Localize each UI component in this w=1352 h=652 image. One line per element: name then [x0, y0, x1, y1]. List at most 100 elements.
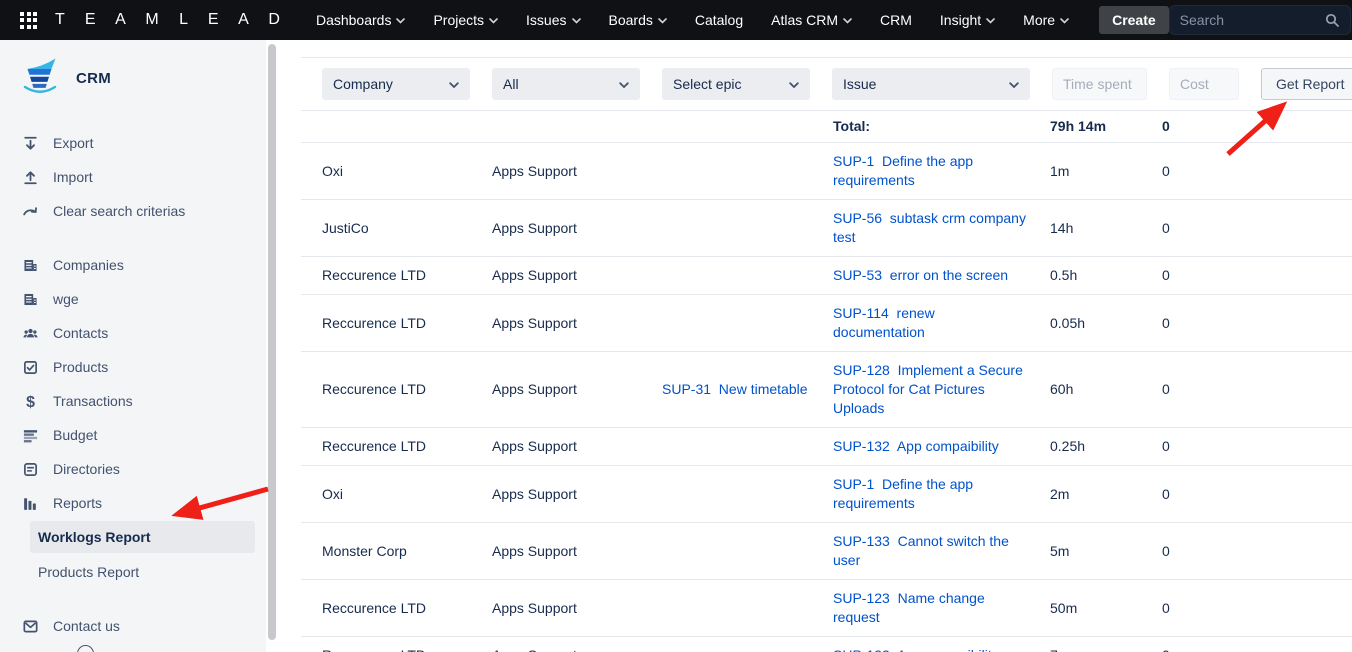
- main-menu: DashboardsProjectsIssuesBoardsCatalogAtl…: [302, 0, 1083, 40]
- import-icon: [22, 169, 39, 186]
- worklogs-table: Total: 79h 14m 0 OxiApps SupportSUP-1 De…: [301, 111, 1352, 652]
- category-cell: Apps Support: [492, 352, 662, 428]
- spacer-cell: [1250, 637, 1352, 652]
- issue-link[interactable]: SUP-56 subtask crm company test: [833, 210, 1030, 245]
- time-spent-cell: 14h: [1050, 200, 1162, 257]
- sidebar-scrollbar[interactable]: [268, 44, 276, 640]
- app-switcher-icon[interactable]: [20, 12, 37, 29]
- sidebar-item-budget[interactable]: Budget: [0, 418, 266, 452]
- chevron-down-icon: [619, 82, 629, 89]
- time-spent-cell: 50m: [1050, 580, 1162, 637]
- issue-link[interactable]: SUP-133 Cannot switch the user: [833, 533, 1013, 568]
- sidebar-subitem-worklogs-report[interactable]: Worklogs Report: [30, 521, 255, 553]
- table-row: Reccurence LTDApps SupportSUP-132 App co…: [301, 428, 1352, 466]
- nav-item-crm[interactable]: CRM: [866, 0, 926, 40]
- sidebar-subitem-products-report[interactable]: Products Report: [30, 554, 255, 590]
- chevron-down-icon: [396, 16, 405, 24]
- cost-cell: 0: [1162, 580, 1250, 637]
- table-row: OxiApps SupportSUP-1 Define the app requ…: [301, 466, 1352, 523]
- chevron-down-icon: [658, 16, 667, 24]
- search-input[interactable]: [1180, 12, 1324, 28]
- sidebar-item-contacts[interactable]: Contacts: [0, 316, 266, 350]
- cost-input[interactable]: [1169, 68, 1239, 100]
- global-search[interactable]: [1169, 5, 1351, 35]
- time-spent-input[interactable]: [1052, 68, 1147, 100]
- issue-link[interactable]: SUP-1 Define the app requirements: [833, 153, 977, 188]
- nav-item-catalog[interactable]: Catalog: [681, 0, 757, 40]
- user-select[interactable]: All: [492, 68, 640, 100]
- category-cell: Apps Support: [492, 257, 662, 295]
- sidebar-item-wge[interactable]: wge: [0, 282, 266, 316]
- company-cell: Monster Corp: [301, 523, 492, 580]
- nav-item-issues[interactable]: Issues: [512, 0, 594, 40]
- chevron-down-icon: [986, 16, 995, 24]
- sidebar-item-directories[interactable]: Directories: [0, 452, 266, 486]
- issue-select[interactable]: Issue: [832, 68, 1030, 100]
- nav-item-insight[interactable]: Insight: [926, 0, 1009, 40]
- issue-cell: SUP-123 Name change request: [833, 580, 1050, 637]
- sidebar-item-transactions[interactable]: $Transactions: [0, 384, 266, 418]
- issue-link[interactable]: SUP-132 App compaibility: [833, 438, 999, 454]
- epic-link[interactable]: SUP-31 New timetable: [662, 381, 808, 397]
- nav-item-atlas-crm[interactable]: Atlas CRM: [757, 0, 866, 40]
- partial-bottom-icon[interactable]: [77, 645, 94, 652]
- spacer-cell: [1250, 428, 1352, 466]
- worklogs-report-panel: Company All Select epic Issue Get Report: [277, 40, 1352, 652]
- sidebar-item-export[interactable]: Export: [0, 126, 266, 160]
- total-time-spent: 79h 14m: [1050, 111, 1162, 143]
- clear-icon: [22, 203, 39, 220]
- epic-cell: [662, 257, 833, 295]
- epic-cell: SUP-31 New timetable: [662, 352, 833, 428]
- spacer-cell: [1250, 200, 1352, 257]
- issue-cell: SUP-132 App compaibility: [833, 637, 1050, 652]
- issue-link[interactable]: SUP-114 renew documentation: [833, 305, 939, 340]
- table-row: Monster CorpApps SupportSUP-133 Cannot s…: [301, 523, 1352, 580]
- nav-item-projects[interactable]: Projects: [419, 0, 512, 40]
- create-button[interactable]: Create: [1099, 6, 1169, 34]
- sidebar-item-import[interactable]: Import: [0, 160, 266, 194]
- svg-text:$: $: [26, 393, 35, 409]
- cost-cell: 0: [1162, 257, 1250, 295]
- table-row: Reccurence LTDApps SupportSUP-53 error o…: [301, 257, 1352, 295]
- company-cell: Reccurence LTD: [301, 295, 492, 352]
- issue-link[interactable]: SUP-123 Name change request: [833, 590, 989, 625]
- search-icon[interactable]: [1324, 12, 1340, 28]
- company-select[interactable]: Company: [322, 68, 470, 100]
- sidebar-item-reports[interactable]: Reports: [0, 486, 266, 520]
- issue-cell: SUP-1 Define the app requirements: [833, 143, 1050, 200]
- epic-cell: [662, 637, 833, 652]
- issue-link[interactable]: SUP-53 error on the screen: [833, 267, 1008, 283]
- table-total-row: Total: 79h 14m 0: [301, 111, 1352, 143]
- time-spent-cell: 5m: [1050, 523, 1162, 580]
- category-cell: Apps Support: [492, 637, 662, 652]
- cost-cell: 0: [1162, 523, 1250, 580]
- epic-select[interactable]: Select epic: [662, 68, 810, 100]
- sidebar-item-companies[interactable]: Companies: [0, 248, 266, 282]
- issue-cell: SUP-53 error on the screen: [833, 257, 1050, 295]
- time-spent-cell: 0.25h: [1050, 428, 1162, 466]
- chevron-down-icon: [1060, 16, 1069, 24]
- sidebar-item-contact-us[interactable]: Contact us: [0, 609, 266, 643]
- chevron-down-icon: [1009, 82, 1019, 89]
- sidebar-item-products[interactable]: Products: [0, 350, 266, 384]
- chevron-down-icon: [489, 16, 498, 24]
- issue-cell: SUP-114 renew documentation: [833, 295, 1050, 352]
- company-cell: Reccurence LTD: [301, 580, 492, 637]
- nav-item-boards[interactable]: Boards: [595, 0, 681, 40]
- brand-logo[interactable]: T E A M L E A D: [55, 11, 288, 29]
- sidebar-app-title: CRM: [76, 70, 111, 87]
- time-spent-cell: 0.05h: [1050, 295, 1162, 352]
- chevron-down-icon: [449, 82, 459, 89]
- issue-link[interactable]: SUP-128 Implement a Secure Protocol for …: [833, 362, 1027, 416]
- contacts-icon: [22, 325, 39, 342]
- nav-item-dashboards[interactable]: Dashboards: [302, 0, 420, 40]
- epic-cell: [662, 523, 833, 580]
- table-row: Reccurence LTDApps SupportSUP-132 App co…: [301, 637, 1352, 652]
- sidebar-item-clear-search-criterias[interactable]: Clear search criterias: [0, 194, 266, 228]
- get-report-button[interactable]: Get Report: [1261, 68, 1352, 100]
- issue-link[interactable]: SUP-1 Define the app requirements: [833, 476, 977, 511]
- nav-right-cluster: ?: [1169, 5, 1352, 35]
- issue-link[interactable]: SUP-132 App compaibility: [833, 647, 999, 652]
- nav-item-more[interactable]: More: [1009, 0, 1083, 40]
- companies-icon: [22, 257, 39, 274]
